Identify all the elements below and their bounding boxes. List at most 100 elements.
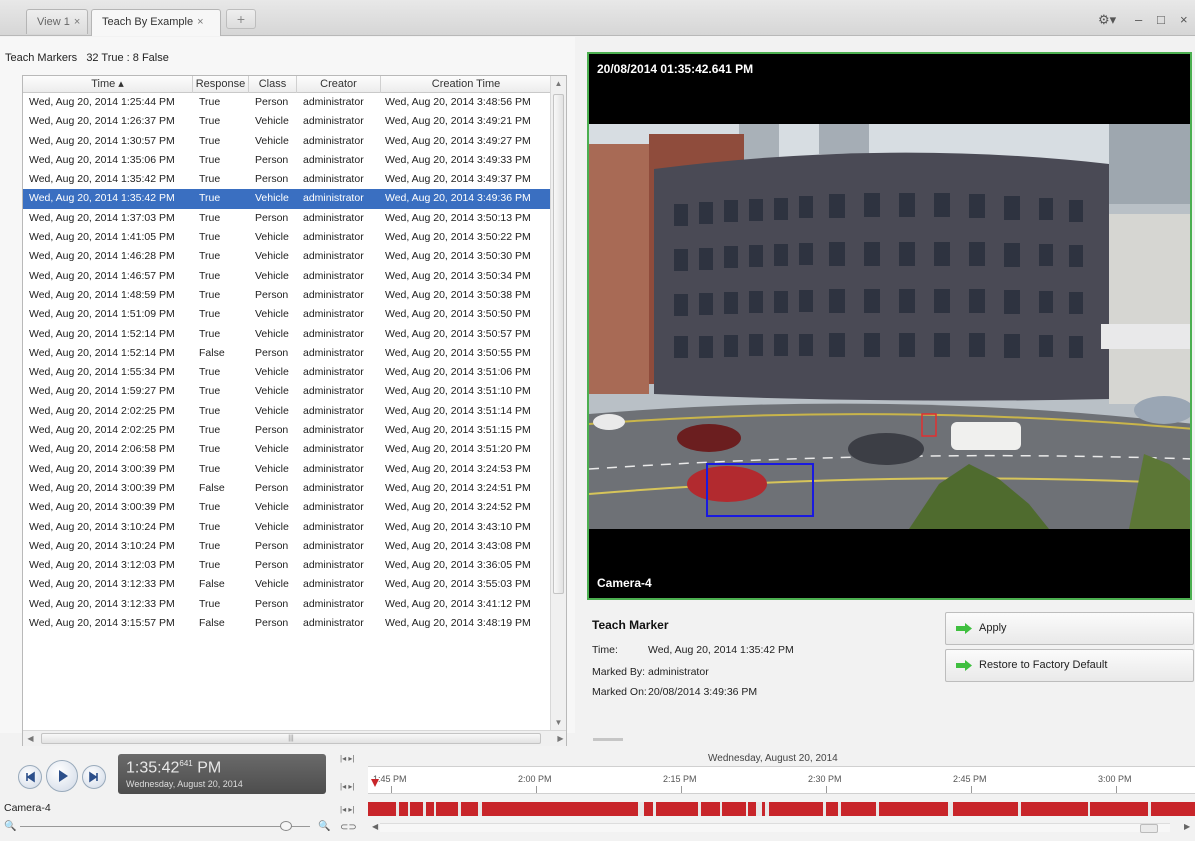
close-icon[interactable]: × bbox=[197, 16, 203, 28]
column-response[interactable]: Response bbox=[193, 76, 249, 93]
table-row[interactable]: Wed, Aug 20, 2014 1:55:34 PM True Vehicle a… bbox=[23, 363, 551, 382]
link-icon[interactable]: ⊂⊃ bbox=[340, 822, 357, 833]
table-row[interactable]: Wed, Aug 20, 2014 1:41:05 PM True Vehicle a… bbox=[23, 228, 551, 247]
table-row[interactable]: Wed, Aug 20, 2014 3:12:33 PM False Vehicle… bbox=[23, 575, 551, 594]
cell-time: Wed, Aug 20, 2014 1:46:28 PM bbox=[29, 250, 175, 263]
table-row[interactable]: Wed, Aug 20, 2014 1:46:57 PM True Vehicle a… bbox=[23, 267, 551, 286]
timeline-scroll-thumb[interactable] bbox=[1140, 824, 1158, 833]
scroll-down-icon[interactable]: ▼ bbox=[551, 715, 566, 731]
recording-gap bbox=[1018, 802, 1021, 816]
timeline-tick-mark bbox=[536, 786, 537, 793]
cell-creation-time: Wed, Aug 20, 2014 3:49:36 PM bbox=[385, 192, 531, 205]
step-back-icon bbox=[26, 771, 35, 783]
column-creator[interactable]: Creator bbox=[297, 76, 381, 93]
table-row[interactable]: Wed, Aug 20, 2014 1:35:42 PM True Person ad… bbox=[23, 170, 551, 189]
zoom-slider-track[interactable] bbox=[20, 826, 310, 827]
table-row[interactable]: Wed, Aug 20, 2014 3:00:39 PM True Vehicle a… bbox=[23, 498, 551, 517]
timeline-scroll-left-icon[interactable]: ◀ bbox=[372, 822, 378, 831]
table-row[interactable]: Wed, Aug 20, 2014 3:12:03 PM True Person ad… bbox=[23, 556, 551, 575]
scroll-thumb[interactable] bbox=[553, 94, 564, 594]
table-row[interactable]: Wed, Aug 20, 2014 3:15:57 PM False Person a… bbox=[23, 614, 551, 633]
cell-class: Vehicle bbox=[255, 443, 289, 456]
scroll-thumb[interactable]: ||| bbox=[41, 733, 541, 744]
jump-end-icon[interactable]: |◂ ▸| bbox=[340, 782, 354, 791]
recording-bar[interactable] bbox=[368, 802, 1195, 816]
recording-gap bbox=[434, 802, 436, 816]
arrow-right-icon bbox=[956, 623, 972, 634]
tab-view-1[interactable]: View 1 × bbox=[26, 9, 88, 34]
zoom-in-icon[interactable]: 🔍 bbox=[318, 821, 330, 832]
play-button[interactable] bbox=[46, 760, 78, 792]
timeline-scroll-right-icon[interactable]: ▶ bbox=[1184, 822, 1190, 831]
jump-start-icon[interactable]: |◂ ▸| bbox=[340, 754, 354, 763]
cell-response: True bbox=[199, 288, 221, 301]
table-row[interactable]: Wed, Aug 20, 2014 1:51:09 PM True Vehicle a… bbox=[23, 305, 551, 324]
cell-time: Wed, Aug 20, 2014 1:55:34 PM bbox=[29, 366, 175, 379]
timeline-tick-mark bbox=[1116, 786, 1117, 793]
video-panel[interactable]: 20/08/2014 01:35:42.641 PM Camera-4 bbox=[587, 52, 1192, 600]
cell-time: Wed, Aug 20, 2014 2:06:58 PM bbox=[29, 443, 175, 456]
table-row[interactable]: Wed, Aug 20, 2014 1:30:57 PM True Vehicle a… bbox=[23, 132, 551, 151]
cell-time: Wed, Aug 20, 2014 3:12:33 PM bbox=[29, 578, 175, 591]
step-forward-button[interactable] bbox=[82, 765, 106, 789]
cell-creation-time: Wed, Aug 20, 2014 3:51:06 PM bbox=[385, 366, 531, 379]
camera-nav-icon[interactable]: |◂ ▸| bbox=[340, 805, 354, 814]
zoom-slider-knob[interactable] bbox=[280, 821, 292, 831]
teach-marker-title: Teach Marker bbox=[592, 618, 669, 632]
cell-response: True bbox=[199, 520, 221, 533]
table-row[interactable]: Wed, Aug 20, 2014 3:10:24 PM True Vehicle a… bbox=[23, 518, 551, 537]
table-row[interactable]: Wed, Aug 20, 2014 1:46:28 PM True Vehicle a… bbox=[23, 247, 551, 266]
table-row[interactable]: Wed, Aug 20, 2014 1:35:06 PM True Person ad… bbox=[23, 151, 551, 170]
step-back-button[interactable] bbox=[18, 765, 42, 789]
apply-button[interactable]: Apply bbox=[945, 612, 1194, 645]
zoom-out-icon[interactable]: 🔍 bbox=[4, 821, 16, 832]
timeline-ruler[interactable]: 1:45 PM 2:00 PM 2:15 PM 2:30 PM 2:45 PM 3:00 … bbox=[368, 766, 1195, 794]
teach-marker-marked-on: Marked On:20/08/2014 3:49:36 PM bbox=[592, 686, 757, 698]
scroll-right-icon[interactable]: ▶ bbox=[553, 731, 566, 746]
cell-class: Person bbox=[255, 597, 289, 610]
panel-splitter[interactable] bbox=[593, 738, 623, 741]
column-time[interactable]: Time ▴ bbox=[23, 76, 193, 93]
settings-icon[interactable]: ⚙▾ bbox=[1098, 12, 1116, 28]
scroll-left-icon[interactable]: ◀ bbox=[23, 731, 38, 746]
close-icon[interactable]: × bbox=[74, 16, 80, 28]
recording-gap bbox=[408, 802, 410, 816]
table-row[interactable]: Wed, Aug 20, 2014 2:02:25 PM True Vehicle a… bbox=[23, 402, 551, 421]
vertical-scrollbar[interactable]: ▲ ▼ bbox=[550, 76, 566, 731]
table-row[interactable]: Wed, Aug 20, 2014 1:25:44 PM True Person ad… bbox=[23, 93, 551, 112]
table-row[interactable]: Wed, Aug 20, 2014 1:37:03 PM True Person ad… bbox=[23, 209, 551, 228]
close-icon[interactable]: × bbox=[1180, 12, 1188, 27]
column-class[interactable]: Class bbox=[249, 76, 297, 93]
restore-factory-default-button[interactable]: Restore to Factory Default bbox=[945, 649, 1194, 682]
cell-creation-time: Wed, Aug 20, 2014 3:50:50 PM bbox=[385, 308, 531, 321]
horizontal-scrollbar[interactable]: ◀ ||| ▶ bbox=[23, 730, 566, 746]
maximize-icon[interactable]: □ bbox=[1157, 12, 1165, 27]
cell-response: True bbox=[199, 96, 221, 108]
column-creation-time[interactable]: Creation Time bbox=[381, 76, 551, 93]
cell-response: False bbox=[199, 617, 225, 630]
playhead-marker[interactable] bbox=[371, 779, 379, 787]
table-row[interactable]: Wed, Aug 20, 2014 3:10:24 PM True Person ad… bbox=[23, 537, 551, 556]
cell-creation-time: Wed, Aug 20, 2014 3:24:52 PM bbox=[385, 501, 531, 514]
teach-markers-table[interactable]: Time ▴ Response Class Creator Creation T… bbox=[22, 75, 567, 747]
table-row[interactable]: Wed, Aug 20, 2014 1:52:14 PM True Vehicle a… bbox=[23, 325, 551, 344]
table-row[interactable]: Wed, Aug 20, 2014 2:02:25 PM True Person ad… bbox=[23, 421, 551, 440]
minimize-icon[interactable]: – bbox=[1135, 12, 1142, 27]
table-row[interactable]: Wed, Aug 20, 2014 1:59:27 PM True Vehicle a… bbox=[23, 382, 551, 401]
scroll-up-icon[interactable]: ▲ bbox=[551, 76, 566, 92]
table-row[interactable]: Wed, Aug 20, 2014 1:52:14 PM False Person a… bbox=[23, 344, 551, 363]
cell-creation-time: Wed, Aug 20, 2014 3:50:30 PM bbox=[385, 250, 531, 263]
cell-class: Vehicle bbox=[255, 269, 289, 282]
table-row[interactable]: Wed, Aug 20, 2014 3:12:33 PM True Person ad… bbox=[23, 595, 551, 614]
cell-class: Person bbox=[255, 481, 289, 494]
timeline-scrollbar[interactable] bbox=[380, 823, 1170, 833]
add-tab-button[interactable]: + bbox=[226, 9, 256, 29]
table-row[interactable]: Wed, Aug 20, 2014 2:06:58 PM True Vehicle a… bbox=[23, 440, 551, 459]
table-row[interactable]: Wed, Aug 20, 2014 3:00:39 PM True Vehicle a… bbox=[23, 460, 551, 479]
table-row[interactable]: Wed, Aug 20, 2014 1:35:42 PM True Vehicle a… bbox=[23, 189, 551, 209]
tab-teach-by-example[interactable]: Teach By Example × bbox=[91, 9, 221, 36]
table-row[interactable]: Wed, Aug 20, 2014 3:00:39 PM False Person a… bbox=[23, 479, 551, 498]
cell-creation-time: Wed, Aug 20, 2014 3:49:37 PM bbox=[385, 173, 531, 186]
table-row[interactable]: Wed, Aug 20, 2014 1:26:37 PM True Vehicle a… bbox=[23, 112, 551, 131]
table-row[interactable]: Wed, Aug 20, 2014 1:48:59 PM True Person ad… bbox=[23, 286, 551, 305]
